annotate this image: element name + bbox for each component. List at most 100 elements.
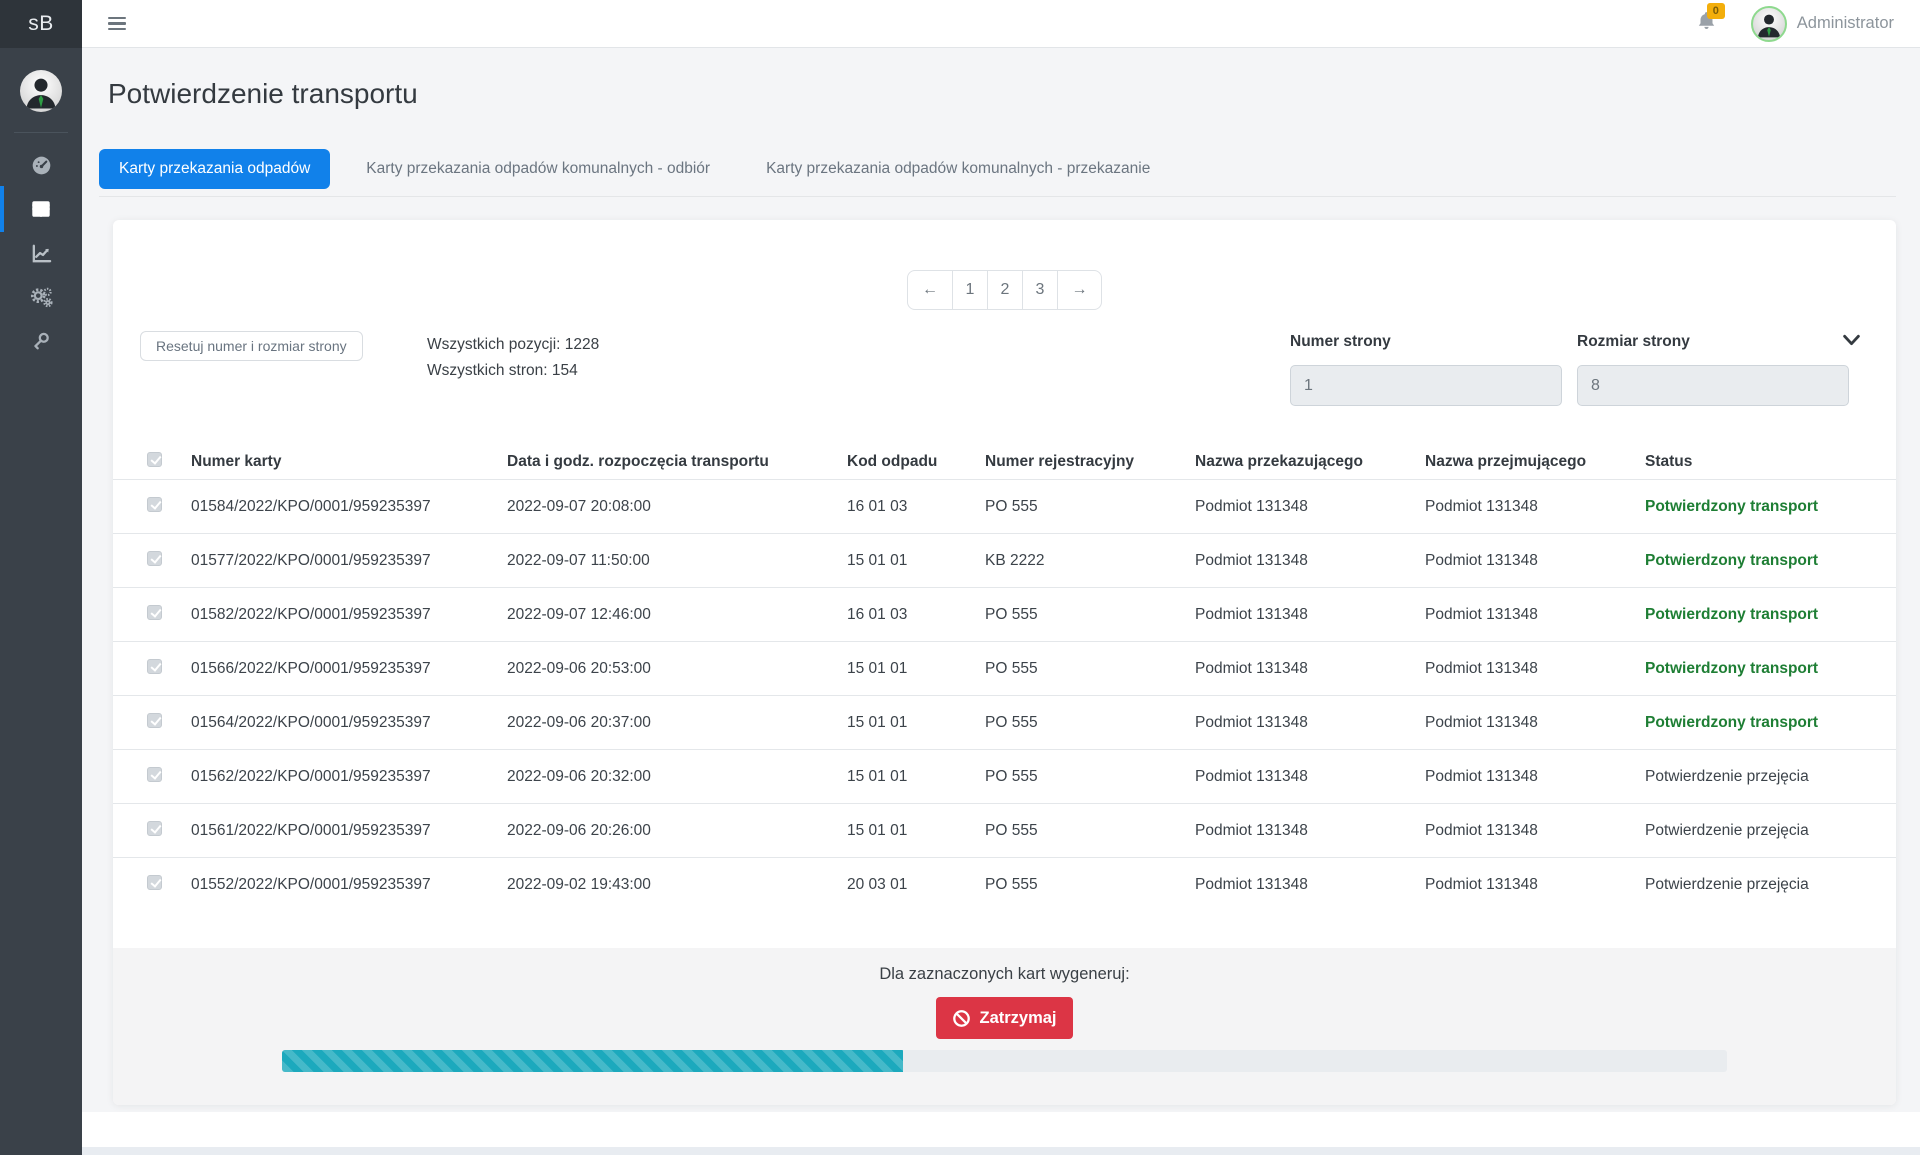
- cell-status: Potwierdzenie przejęcia: [1645, 876, 1896, 894]
- cell-transferor: Podmiot 131348: [1195, 876, 1425, 894]
- user-menu[interactable]: Administrator: [1751, 6, 1894, 42]
- row-checkbox[interactable]: [147, 497, 162, 512]
- cell-date: 2022-09-07 20:08:00: [507, 498, 847, 516]
- sidebar-nav-item[interactable]: [0, 143, 82, 187]
- sidebar-nav-item[interactable]: [0, 319, 82, 363]
- tab[interactable]: Karty przekazania odpadów: [99, 149, 330, 189]
- table-header-row: Numer karty Data i godz. rozpoczęcia tra…: [113, 444, 1896, 479]
- select-all-checkbox[interactable]: [147, 452, 162, 467]
- header-date: Data i godz. rozpoczęcia transportu: [507, 453, 847, 471]
- cards-table: Numer karty Data i godz. rozpoczęcia tra…: [113, 444, 1896, 911]
- tab-bar: Karty przekazania odpadów Karty przekaza…: [99, 149, 1896, 197]
- pagination-next-button[interactable]: →: [1057, 271, 1101, 309]
- cards-panel: ← 1 2 3 → Resetuj numer i rozmiar strony: [113, 220, 1896, 1105]
- row-checkbox[interactable]: [147, 821, 162, 836]
- cell-date: 2022-09-06 20:32:00: [507, 768, 847, 786]
- pagination-page-button[interactable]: 3: [1022, 271, 1057, 309]
- user-avatar: [1751, 6, 1787, 42]
- cell-card-number: 01566/2022/KPO/0001/959235397: [191, 660, 507, 678]
- cell-receiver: Podmiot 131348: [1425, 606, 1645, 624]
- pagination-page-button[interactable]: 1: [952, 271, 987, 309]
- page-footer: [82, 1112, 1920, 1147]
- sidebar: sB: [0, 0, 82, 1155]
- stop-button[interactable]: Zatrzymaj: [936, 997, 1072, 1039]
- chevron-down-icon: [1843, 334, 1860, 347]
- pagination: ← 1 2 3 →: [907, 270, 1102, 310]
- row-checkbox[interactable]: [147, 605, 162, 620]
- cell-date: 2022-09-06 20:37:00: [507, 714, 847, 732]
- cell-receiver: Podmiot 131348: [1425, 822, 1645, 840]
- row-checkbox[interactable]: [147, 713, 162, 728]
- cell-transferor: Podmiot 131348: [1195, 768, 1425, 786]
- cell-transferor: Podmiot 131348: [1195, 660, 1425, 678]
- cell-date: 2022-09-06 20:53:00: [507, 660, 847, 678]
- list-controls: Resetuj numer i rozmiar strony Wszystkic…: [113, 331, 1896, 427]
- header-card-number: Numer karty: [191, 453, 507, 471]
- page-size-input[interactable]: [1577, 365, 1849, 406]
- cell-date: 2022-09-06 20:26:00: [507, 822, 847, 840]
- row-checkbox[interactable]: [147, 551, 162, 566]
- progress-track: [282, 1050, 1727, 1072]
- cell-reg-number: KB 2222: [985, 552, 1195, 570]
- cell-transferor: Podmiot 131348: [1195, 498, 1425, 516]
- table-row: 01562/2022/KPO/0001/959235397 2022-09-06…: [113, 749, 1896, 803]
- total-items: Wszystkich pozycji: 1228: [427, 332, 599, 358]
- cell-status: Potwierdzenie przejęcia: [1645, 822, 1896, 840]
- sidebar-nav-item[interactable]: [0, 187, 82, 231]
- collapse-button[interactable]: [1843, 334, 1860, 352]
- header-reg-number: Numer rejestracyjny: [985, 453, 1195, 471]
- cell-waste-code: 15 01 01: [847, 822, 985, 840]
- cell-reg-number: PO 555: [985, 768, 1195, 786]
- cell-waste-code: 20 03 01: [847, 876, 985, 894]
- row-checkbox[interactable]: [147, 875, 162, 890]
- cell-receiver: Podmiot 131348: [1425, 768, 1645, 786]
- cell-card-number: 01561/2022/KPO/0001/959235397: [191, 822, 507, 840]
- cell-status: Potwierdzony transport: [1645, 714, 1896, 732]
- top-navbar: 0 Administrator: [82, 0, 1920, 48]
- cell-transferor: Podmiot 131348: [1195, 552, 1425, 570]
- menu-toggle-icon[interactable]: [108, 14, 126, 34]
- header-receiver: Nazwa przejmującego: [1425, 453, 1645, 471]
- cell-receiver: Podmiot 131348: [1425, 714, 1645, 732]
- cell-reg-number: PO 555: [985, 660, 1195, 678]
- totals: Wszystkich pozycji: 1228 Wszystkich stro…: [427, 332, 599, 384]
- sidebar-nav-item[interactable]: [0, 231, 82, 275]
- cell-card-number: 01584/2022/KPO/0001/959235397: [191, 498, 507, 516]
- progress-bar: [282, 1050, 903, 1072]
- notifications-button[interactable]: 0: [1696, 10, 1717, 37]
- tab[interactable]: Karty przekazania odpadów komunalnych - …: [746, 149, 1170, 189]
- cell-reg-number: PO 555: [985, 498, 1195, 516]
- page-number-input[interactable]: [1290, 365, 1562, 406]
- table-row: 01577/2022/KPO/0001/959235397 2022-09-07…: [113, 533, 1896, 587]
- cell-waste-code: 15 01 01: [847, 768, 985, 786]
- table-row: 01582/2022/KPO/0001/959235397 2022-09-07…: [113, 587, 1896, 641]
- header-status: Status: [1645, 453, 1896, 471]
- tab[interactable]: Karty przekazania odpadów komunalnych - …: [346, 149, 730, 189]
- reset-page-button[interactable]: Resetuj numer i rozmiar strony: [140, 331, 363, 361]
- cell-reg-number: PO 555: [985, 714, 1195, 732]
- sidebar-nav-item[interactable]: [0, 275, 82, 319]
- cell-status: Potwierdzony transport: [1645, 606, 1896, 624]
- cell-transferor: Podmiot 131348: [1195, 714, 1425, 732]
- sidebar-user-avatar[interactable]: [20, 70, 62, 112]
- speedometer-icon: [30, 154, 53, 177]
- cell-waste-code: 15 01 01: [847, 552, 985, 570]
- table-icon: [30, 198, 52, 220]
- sidebar-nav: [0, 143, 82, 363]
- gears-icon: [29, 286, 53, 309]
- cell-status: Potwierdzenie przejęcia: [1645, 768, 1896, 786]
- row-checkbox[interactable]: [147, 659, 162, 674]
- cell-card-number: 01577/2022/KPO/0001/959235397: [191, 552, 507, 570]
- row-checkbox[interactable]: [147, 767, 162, 782]
- cell-receiver: Podmiot 131348: [1425, 876, 1645, 894]
- app-logo[interactable]: sB: [0, 0, 82, 48]
- table-body: 01584/2022/KPO/0001/959235397 2022-09-07…: [113, 479, 1896, 911]
- cell-date: 2022-09-07 12:46:00: [507, 606, 847, 624]
- sidebar-divider: [14, 132, 68, 133]
- pagination-page-button[interactable]: 2: [987, 271, 1022, 309]
- total-pages: Wszystkich stron: 154: [427, 358, 599, 384]
- notifications-badge: 0: [1707, 3, 1725, 19]
- cell-transferor: Podmiot 131348: [1195, 822, 1425, 840]
- pagination-prev-button[interactable]: ←: [908, 271, 952, 309]
- table-row: 01566/2022/KPO/0001/959235397 2022-09-06…: [113, 641, 1896, 695]
